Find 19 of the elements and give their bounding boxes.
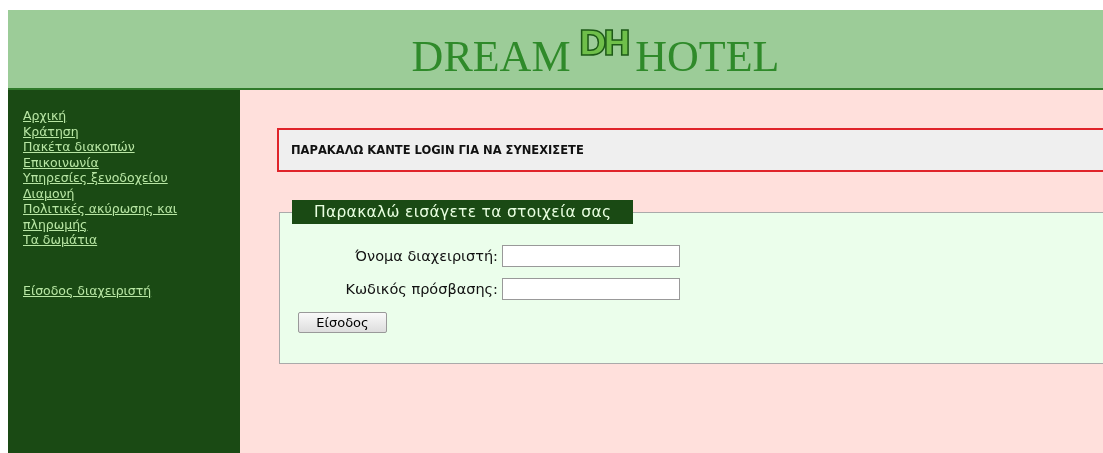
site-title: HOTEL [635, 30, 780, 82]
nav-link[interactable]: Πολιτικές ακύρωσης και πληρωμής [23, 201, 223, 232]
login-alert: ΠΑΡΑΚΑΛΩ ΚΑΝΤΕ LOGIN ΓΙΑ ΝΑ ΣΥΝΕΧΙΣΕΤΕ [277, 128, 1103, 172]
nav-link[interactable]: Επικοινωνία [23, 154, 223, 170]
input-field[interactable] [502, 245, 680, 267]
field-label: Όνομα διαχειριστή: [354, 248, 499, 264]
input-field[interactable] [502, 278, 680, 300]
nav-link[interactable]: Τα δωμάτια [23, 232, 223, 248]
nav-link[interactable]: Υπηρεσίες ξενοδοχείου [23, 170, 223, 186]
admin-login-link[interactable]: Είσοδος διαχειριστή [23, 282, 223, 298]
field-label: Κωδικός πρόσβασης: [344, 281, 499, 297]
site-title: DREAM [411, 30, 571, 82]
nav-link[interactable]: Κράτηση [23, 123, 223, 139]
logo-icon: DH [578, 23, 628, 63]
nav-link[interactable]: Αρχική [23, 108, 223, 124]
nav-link[interactable]: Διαμονή [23, 185, 223, 201]
form-legend: Παρακαλώ εισάγετε τα στοιχεία σας [292, 200, 634, 224]
login-button[interactable]: Είσοδος [298, 312, 387, 333]
nav-link[interactable]: Πακέτα διακοπών [23, 139, 223, 155]
